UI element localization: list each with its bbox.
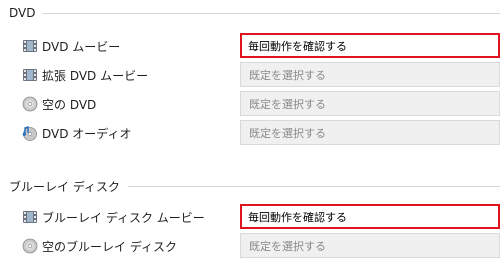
- autoplay-row-bluray-movie: ブルーレイ ディスク ムービー 毎回動作を確認する: [0, 204, 500, 230]
- autoplay-select-blank-bluray[interactable]: 既定を選択する: [240, 233, 500, 258]
- autoplay-row-enhanced-dvd-movie: 拡張 DVD ムービー 既定を選択する: [0, 62, 500, 88]
- autoplay-select-enhanced-dvd-movie[interactable]: 既定を選択する: [240, 62, 500, 87]
- autoplay-select-bluray-movie[interactable]: 毎回動作を確認する: [240, 204, 500, 229]
- divider: [43, 12, 500, 14]
- autoplay-row-blank-bluray: 空のブルーレイ ディスク 既定を選択する: [0, 233, 500, 259]
- autoplay-select-dvd-audio[interactable]: 既定を選択する: [240, 120, 500, 145]
- autoplay-select-dvd-movie[interactable]: 毎回動作を確認する: [240, 33, 500, 58]
- autoplay-row-dvd-movie: DVD ムービー 毎回動作を確認する: [0, 33, 500, 59]
- autoplay-row-blank-dvd: 空の DVD 既定を選択する: [0, 91, 500, 117]
- blank-disc-icon: [22, 238, 38, 254]
- blank-disc-icon: [22, 96, 38, 112]
- item-label: ブルーレイ ディスク ムービー: [42, 211, 205, 225]
- divider: [127, 186, 500, 187]
- section-title: DVD: [9, 6, 36, 20]
- item-label: 空の DVD: [42, 98, 97, 112]
- item-label: DVD ムービー: [42, 40, 121, 54]
- item-label: DVD オーディオ: [42, 127, 132, 141]
- bluray-movie-icon: [22, 209, 38, 225]
- enhanced-dvd-movie-icon: [22, 67, 38, 83]
- section-header-dvd: DVD: [9, 6, 500, 20]
- item-label: 空のブルーレイ ディスク: [42, 240, 177, 254]
- section-header-bluray: ブルーレイ ディスク: [9, 178, 500, 195]
- item-label: 拡張 DVD ムービー: [42, 69, 149, 83]
- autoplay-select-blank-dvd[interactable]: 既定を選択する: [240, 91, 500, 116]
- autoplay-row-dvd-audio: DVD オーディオ 既定を選択する: [0, 120, 500, 146]
- dvd-audio-icon: [22, 125, 38, 141]
- dvd-movie-icon: [22, 38, 38, 54]
- section-title: ブルーレイ ディスク: [9, 180, 120, 194]
